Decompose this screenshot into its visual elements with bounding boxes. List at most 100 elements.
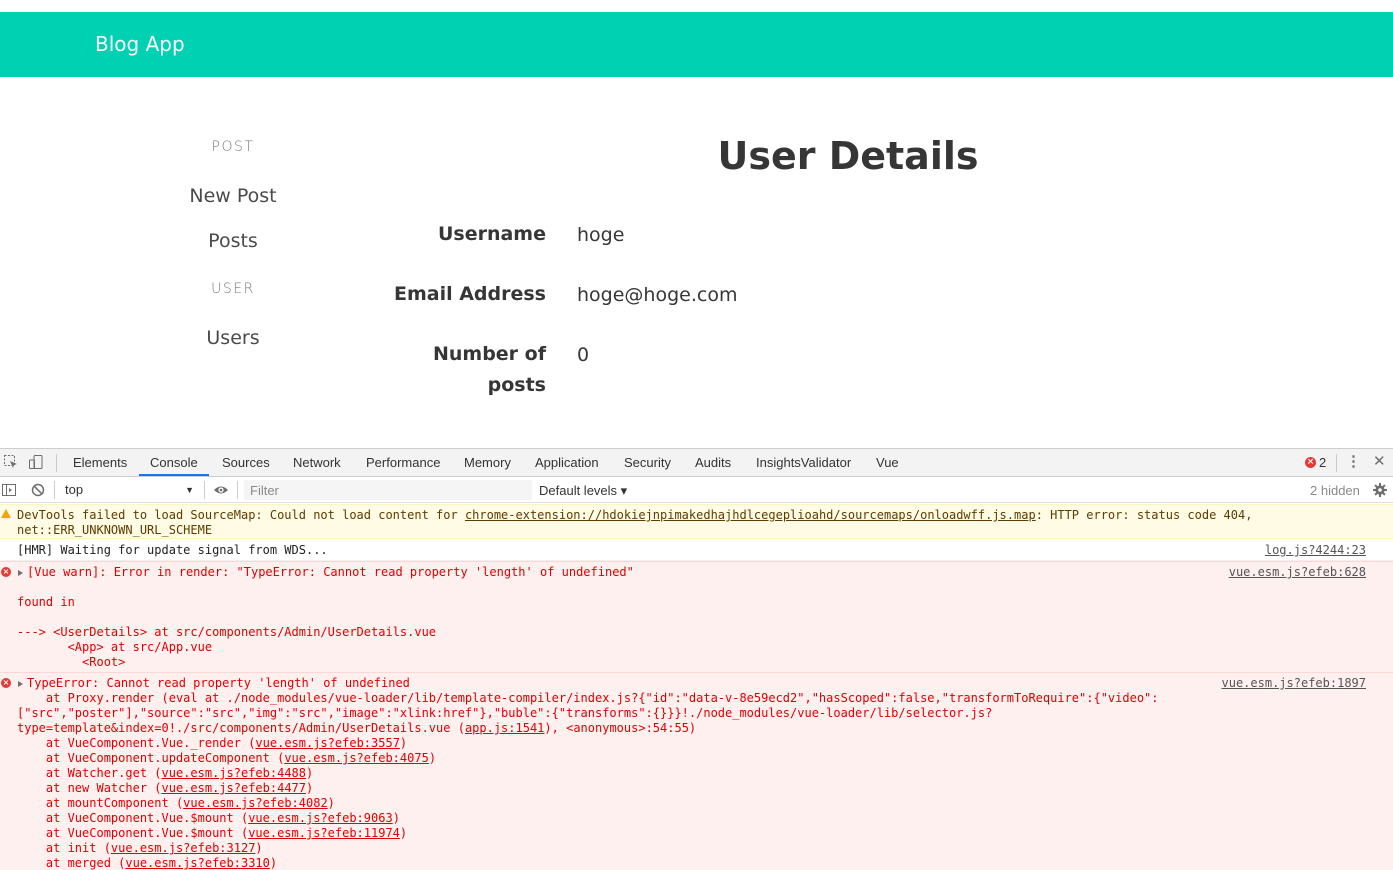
stack-link[interactable]: app.js:1541	[465, 721, 544, 735]
stack-text: ), <anonymous>:54:55)	[544, 721, 697, 735]
stack-text: at VueComponent.Vue.$mount (	[17, 811, 249, 825]
menu-item-posts[interactable]: Posts	[143, 230, 323, 252]
stack-text: at new Watcher (	[17, 781, 162, 795]
stack-link[interactable]: vue.esm.js?efeb:3127	[111, 841, 256, 855]
devtools-tabbar: Elements Console Sources Network Perform…	[0, 449, 1393, 477]
brand-link[interactable]: Blog App	[95, 32, 185, 56]
tab-network[interactable]: Network	[293, 455, 341, 470]
expand-triangle-icon[interactable]	[18, 681, 23, 687]
error1-source-link[interactable]: vue.esm.js?efeb:628	[1229, 565, 1366, 580]
close-icon[interactable]: ✕	[1373, 453, 1386, 471]
error2-line-3: ["src","poster"],"source":"src","img":"s…	[17, 706, 993, 720]
post-count-label-line2: posts	[487, 374, 546, 396]
menu-label-user: USER	[211, 281, 255, 297]
stack-frame: at VueComponent.updateComponent (vue.esm…	[17, 751, 436, 766]
tab-insights-validator[interactable]: InsightsValidator	[756, 455, 851, 470]
error1-line-3: ---> <UserDetails> at src/components/Adm…	[17, 625, 437, 639]
menu-item-new-post[interactable]: New Post	[143, 185, 323, 207]
more-options-icon[interactable]: ⋮	[1346, 453, 1361, 471]
stack-frame: at new Watcher (vue.esm.js?efeb:4477)	[17, 781, 313, 796]
stack-text: )	[327, 796, 335, 810]
username-value: hoge	[577, 224, 625, 246]
stack-text: )	[428, 751, 437, 765]
tab-security[interactable]: Security	[624, 455, 671, 470]
clear-console-icon[interactable]	[30, 482, 46, 498]
stack-text: )	[392, 811, 400, 825]
console-warning-message: DevTools failed to load SourceMap: Could…	[0, 504, 1393, 539]
toolbar-divider-2	[204, 481, 205, 499]
inspect-element-icon[interactable]	[3, 454, 19, 470]
stack-link[interactable]: vue.esm.js?efeb:3310	[125, 856, 270, 870]
tab-console[interactable]: Console	[150, 455, 198, 470]
tab-sources[interactable]: Sources	[222, 455, 270, 470]
warning-text-end: : HTTP error: status code 404,	[1035, 508, 1253, 522]
stack-link[interactable]: vue.esm.js?efeb:11974	[248, 826, 400, 840]
stack-text: )	[399, 736, 408, 750]
stack-text: )	[306, 766, 314, 780]
post-count-label-line1: Number of	[432, 343, 546, 365]
expand-triangle-icon[interactable]	[18, 570, 23, 576]
post-count-label: Number of posts	[386, 339, 546, 401]
toolbar-divider-3	[237, 481, 238, 499]
console-error-typeerror: × TypeError: Cannot read property 'lengt…	[0, 672, 1393, 870]
error2-source-link[interactable]: vue.esm.js?efeb:1897	[1222, 676, 1367, 691]
stack-frame: at VueComponent.Vue.$mount (vue.esm.js?e…	[17, 826, 407, 841]
tab-performance[interactable]: Performance	[366, 455, 440, 470]
log-source-link[interactable]: log.js?4244:23	[1265, 543, 1366, 558]
stack-link[interactable]: vue.esm.js?efeb:4075	[284, 751, 429, 765]
stack-frame: at VueComponent.Vue.$mount (vue.esm.js?e…	[17, 811, 400, 826]
username-label: Username	[437, 223, 546, 245]
log-levels-dropdown[interactable]: Default levels ▾	[539, 483, 627, 499]
sourcemap-link[interactable]: chrome-extension://hdokiejnpimakedhajhdl…	[465, 508, 1036, 522]
stack-text: at VueComponent.Vue._render (	[17, 736, 256, 750]
stack-text: at VueComponent.updateComponent (	[17, 751, 285, 765]
show-sidebar-icon[interactable]	[1, 482, 17, 498]
error-count-icon[interactable]: ×	[1305, 457, 1316, 468]
hidden-messages-count: 2 hidden	[1310, 483, 1360, 498]
tab-memory[interactable]: Memory	[464, 455, 511, 470]
tab-audits[interactable]: Audits	[695, 455, 731, 470]
warning-line-1: DevTools failed to load SourceMap: Could…	[17, 508, 1252, 523]
post-count-value: 0	[577, 344, 590, 366]
console-toolbar: top ▼ Default levels ▾ 2 hidden	[0, 478, 1393, 503]
stack-link[interactable]: vue.esm.js?efeb:9063	[248, 811, 393, 825]
warning-text: DevTools failed to load SourceMap: Could…	[17, 508, 465, 522]
warning-line-2: net::ERR_UNKNOWN_URL_SCHEME	[17, 523, 213, 537]
stack-frame: at VueComponent.Vue._render (vue.esm.js?…	[17, 736, 407, 751]
stack-text: at merged (	[17, 856, 126, 870]
stack-text: at init (	[17, 841, 111, 855]
live-expression-eye-icon[interactable]	[213, 482, 229, 498]
stack-link[interactable]: vue.esm.js?efeb:4477	[162, 781, 307, 795]
tab-application[interactable]: Application	[535, 455, 599, 470]
stack-link[interactable]: vue.esm.js?efeb:3557	[255, 736, 400, 750]
context-value: top	[65, 482, 84, 497]
error1-line-5: <Root>	[17, 655, 126, 669]
error2-line-4: type=template&index=0!./src/components/A…	[17, 721, 696, 736]
error-icon: ×	[1, 567, 11, 577]
tab-vue[interactable]: Vue	[876, 455, 899, 470]
email-value: hoge@hoge.com	[577, 284, 738, 306]
log-text: [HMR] Waiting for update signal from WDS…	[17, 543, 328, 557]
stack-text: type=template&index=0!./src/components/A…	[17, 721, 465, 735]
toolbar-divider	[54, 481, 55, 499]
console-settings-gear-icon[interactable]	[1372, 482, 1388, 498]
stack-text: at mountComponent (	[17, 796, 184, 810]
email-label: Email Address	[393, 283, 546, 305]
error2-line-1[interactable]: TypeError: Cannot read property 'length'…	[27, 676, 410, 691]
tab-elements[interactable]: Elements	[73, 455, 127, 470]
context-selector[interactable]: top ▼	[58, 481, 198, 499]
filter-input[interactable]	[244, 480, 532, 500]
active-tab-indicator	[139, 474, 209, 476]
stack-link[interactable]: vue.esm.js?efeb:4082	[183, 796, 328, 810]
menu-item-users[interactable]: Users	[143, 327, 323, 349]
menu-label-post: POST	[211, 139, 255, 155]
stack-text: )	[269, 856, 278, 870]
tabbar-divider	[56, 454, 57, 472]
error-icon: ×	[1, 678, 11, 688]
stack-frame: at init (vue.esm.js?efeb:3127)	[17, 841, 263, 856]
stack-link[interactable]: vue.esm.js?efeb:4488	[162, 766, 307, 780]
device-toolbar-icon[interactable]	[28, 454, 44, 470]
error-count[interactable]: 2	[1319, 455, 1326, 470]
error1-line-1[interactable]: [Vue warn]: Error in render: "TypeError:…	[27, 565, 634, 580]
tabbar-divider-right	[1336, 454, 1337, 472]
